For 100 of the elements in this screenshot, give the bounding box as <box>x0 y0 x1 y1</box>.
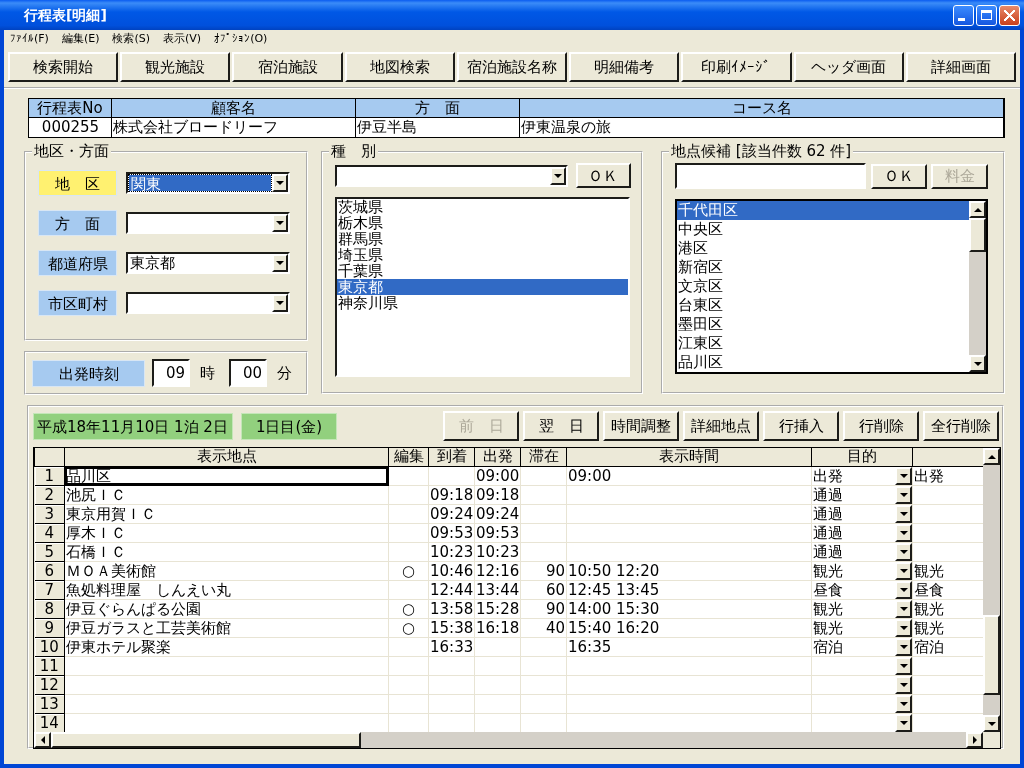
maximize-button[interactable] <box>976 4 997 26</box>
scroll-thumb[interactable] <box>983 615 1000 695</box>
table-cell: 000255 <box>29 118 112 137</box>
dropdown-field[interactable]: 関東 <box>126 172 290 194</box>
dropdown-button[interactable] <box>272 254 288 272</box>
close-button[interactable] <box>999 4 1020 26</box>
scroll-right-button[interactable] <box>966 732 983 748</box>
row-header: 13 <box>34 694 65 713</box>
dropdown-button[interactable] <box>895 619 912 636</box>
toolbar-button[interactable]: 宿泊施設 <box>232 52 343 82</box>
scroll-corner <box>983 732 1000 748</box>
dropdown-button[interactable] <box>895 581 912 598</box>
dropdown-button[interactable] <box>272 214 288 232</box>
list-item[interactable]: 墨田区 <box>677 315 969 334</box>
dropdown-button[interactable] <box>895 600 912 617</box>
dropdown-button[interactable] <box>272 174 288 192</box>
row-header: 7 <box>34 580 65 599</box>
toolbar-button[interactable]: 詳細画面 <box>905 52 1016 82</box>
hour-field[interactable]: 09 <box>152 359 190 387</box>
list-item[interactable]: 新宿区 <box>677 258 969 277</box>
toolbar-button[interactable]: 観光施設 <box>120 52 231 82</box>
scroll-up-button[interactable] <box>969 201 986 218</box>
dropdown-button[interactable] <box>272 294 288 312</box>
table-cell: 通過 <box>813 505 843 522</box>
list-item[interactable]: 栃木県 <box>337 215 628 231</box>
dropdown-button[interactable] <box>895 638 912 655</box>
list-item[interactable]: 東京都 <box>337 279 628 295</box>
list-item[interactable]: 茨城県 <box>337 199 628 215</box>
list-item[interactable]: 江東区 <box>677 334 969 353</box>
table-cell: 通過 <box>813 543 843 560</box>
dropdown-button[interactable] <box>549 166 566 185</box>
dropdown-button[interactable] <box>895 714 912 731</box>
row-header: 10 <box>34 637 65 656</box>
scroll-down-button[interactable] <box>983 715 1000 732</box>
scroll-down-button[interactable] <box>969 355 986 372</box>
column-header: 出発 <box>474 448 521 466</box>
list-item[interactable]: 千葉県 <box>337 263 628 279</box>
action-button[interactable]: 時間調整 <box>603 411 679 441</box>
menu-item[interactable]: 検索(S) <box>112 32 151 46</box>
minimize-button[interactable] <box>953 4 974 26</box>
toolbar-button[interactable]: 地図検索 <box>344 52 455 82</box>
row-header: 9 <box>34 618 65 637</box>
dropdown-button[interactable] <box>895 695 912 712</box>
list-item[interactable]: 文京区 <box>677 277 969 296</box>
list-item[interactable]: 品川区 <box>677 353 969 372</box>
table-cell: 観光 <box>813 562 843 579</box>
ok-button[interactable]: ＯＫ <box>871 163 927 189</box>
ok-button[interactable]: ＯＫ <box>575 163 631 188</box>
table-cell: 伊豆半島 <box>356 118 520 137</box>
dropdown-button[interactable] <box>895 657 912 674</box>
group-title: 地点候補 [該当件数 62 件] <box>670 144 853 159</box>
dropdown-button[interactable] <box>895 486 912 503</box>
toolbar-button[interactable]: 宿泊施設名称 <box>456 52 568 82</box>
column-header: 表示地点 <box>64 448 389 466</box>
list-item[interactable]: 千代田区 <box>677 201 969 220</box>
dropdown-button[interactable] <box>895 524 912 541</box>
menu-item[interactable]: 編集(E) <box>61 32 100 46</box>
toolbar-button[interactable]: 検索開始 <box>8 52 119 82</box>
scroll-thumb[interactable] <box>51 732 361 748</box>
row-header: 14 <box>34 713 65 732</box>
dropdown-button[interactable] <box>895 676 912 693</box>
toolbar-button[interactable]: ヘッダ画面 <box>793 52 904 82</box>
menu-item[interactable]: ｵﾌﾟｼｮﾝ(O) <box>214 32 268 46</box>
action-button[interactable]: 翌 日 <box>523 411 599 441</box>
dropdown-button[interactable] <box>895 467 912 484</box>
column-header: 到着 <box>428 448 475 466</box>
action-button[interactable]: 行削除 <box>843 411 919 441</box>
list-item[interactable]: 埼玉県 <box>337 247 628 263</box>
scroll-thumb[interactable] <box>969 218 986 252</box>
action-button[interactable]: 詳細地点 <box>683 411 759 441</box>
dropdown-field[interactable] <box>335 164 568 187</box>
search-field[interactable] <box>675 163 866 189</box>
row-header: 11 <box>34 656 65 675</box>
list-item[interactable]: 群馬県 <box>337 231 628 247</box>
day-label: 1日目(金) <box>241 412 337 440</box>
scroll-up-button[interactable] <box>983 448 1000 465</box>
scroll-left-button[interactable] <box>34 732 51 748</box>
window-title: 行程表[明細] <box>23 6 108 24</box>
menu-item[interactable]: 表示(V) <box>163 32 202 46</box>
list-item[interactable]: 中央区 <box>677 220 969 239</box>
action-button[interactable]: 行挿入 <box>763 411 839 441</box>
toolbar-button[interactable]: 明細備考 <box>569 52 680 82</box>
list-item[interactable]: 台東区 <box>677 296 969 315</box>
table-cell: 観光 <box>813 600 843 617</box>
minute-field[interactable]: 00 <box>229 359 267 387</box>
toolbar-button[interactable]: 印刷ｲﾒｰｼﾞ <box>681 52 792 82</box>
list-item[interactable]: 神奈川県 <box>337 295 628 311</box>
list-item[interactable]: 港区 <box>677 239 969 258</box>
menu-item[interactable]: ﾌｧｲﾙ(F) <box>10 32 49 46</box>
dropdown-button[interactable] <box>895 505 912 522</box>
group-title: 種 別 <box>330 144 377 159</box>
dropdown-field[interactable] <box>126 292 290 314</box>
field-label: 市区町村 <box>38 290 117 316</box>
action-button[interactable]: 全行削除 <box>923 411 999 441</box>
dropdown-button[interactable] <box>895 543 912 560</box>
dropdown-field[interactable]: 東京都 <box>126 252 290 274</box>
table-cell: 伊東温泉の旅 <box>520 118 1004 137</box>
dropdown-field[interactable] <box>126 212 290 234</box>
dropdown-button[interactable] <box>895 562 912 579</box>
field-label: 方 面 <box>38 210 117 236</box>
